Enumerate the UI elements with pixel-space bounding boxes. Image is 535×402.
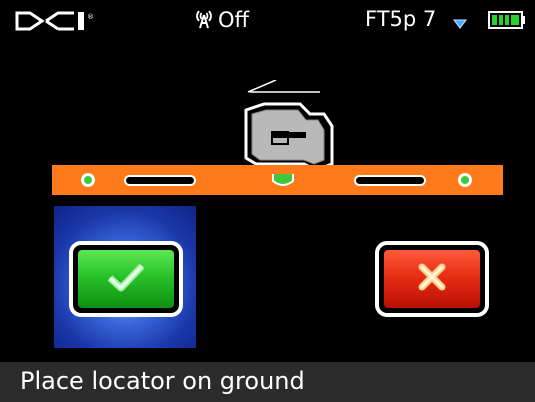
reject-button[interactable] (375, 241, 489, 317)
down-triangle-icon (453, 14, 467, 29)
radio-status-label: Off (218, 8, 249, 32)
svg-text:®: ® (87, 13, 94, 21)
radio-status: Off (192, 6, 249, 34)
status-message: Place locator on ground (20, 367, 305, 395)
status-bar: ® Off FT5p 7 (0, 0, 535, 40)
dci-logo-icon: ® (14, 10, 100, 32)
checkmark-icon (106, 262, 146, 296)
channel-label: FT5p 7 (365, 7, 437, 31)
message-bar: Place locator on ground (0, 362, 535, 402)
x-icon (417, 262, 447, 296)
radio-antenna-icon (192, 6, 216, 34)
main-area (0, 40, 535, 362)
level-bar-icon (52, 165, 503, 195)
battery-full-icon (488, 10, 526, 30)
accept-button[interactable] (69, 241, 183, 317)
